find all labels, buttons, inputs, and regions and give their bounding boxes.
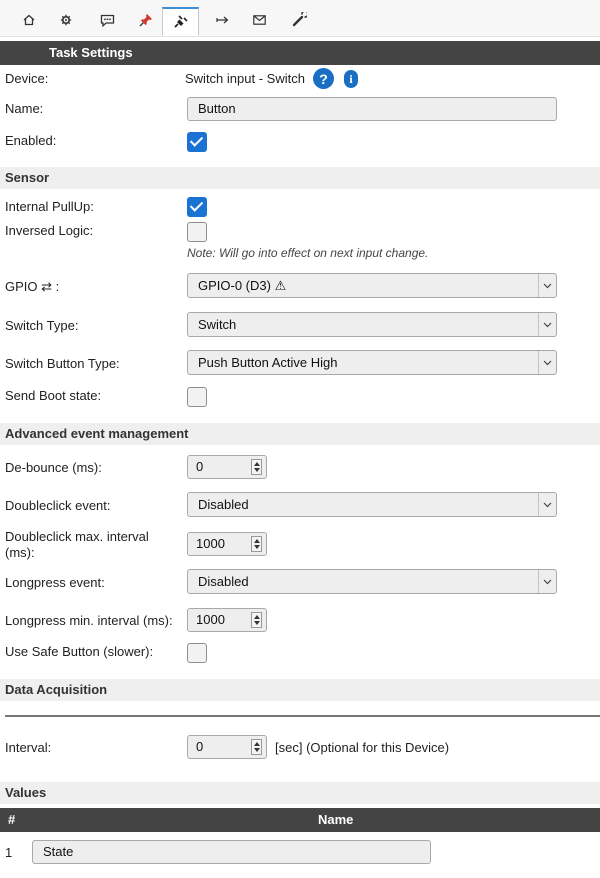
info-icon[interactable]: i — [344, 70, 358, 88]
doubleclick-interval-label-2: (ms): — [5, 545, 35, 560]
switch-button-type-label: Switch Button Type: — [5, 356, 120, 371]
advanced-section-header: Advanced event management — [0, 423, 600, 445]
plug-icon — [173, 15, 188, 28]
tab-tools[interactable] — [280, 4, 317, 36]
enabled-checkbox[interactable] — [187, 132, 207, 152]
doubleclick-event-label: Doubleclick event: — [5, 498, 111, 513]
data-acquisition-section-header: Data Acquisition — [0, 679, 600, 701]
tab-devices[interactable] — [162, 7, 199, 36]
longpress-interval-label: Longpress min. interval (ms): — [5, 613, 173, 628]
spin-buttons[interactable] — [251, 459, 262, 475]
enabled-label: Enabled: — [5, 133, 57, 148]
name-field[interactable]: Button — [187, 97, 557, 121]
help-icon[interactable]: ? — [313, 68, 334, 89]
debounce-label: De-bounce (ms): — [5, 460, 102, 475]
interval-label: Interval: — [5, 740, 52, 755]
longpress-event-select[interactable]: Disabled — [187, 569, 557, 594]
column-header-number: # — [8, 812, 16, 827]
safe-button-label: Use Safe Button (slower): — [5, 644, 154, 659]
spin-buttons[interactable] — [251, 612, 262, 628]
doubleclick-interval-label-1: Doubleclick max. interval — [5, 529, 149, 544]
row-number: 1 — [5, 845, 13, 860]
device-value: Switch input - Switch — [185, 71, 305, 86]
tab-controllers[interactable] — [89, 4, 126, 36]
values-table-header: # Name — [0, 808, 600, 832]
chevron-down-icon — [538, 313, 556, 336]
send-boot-state-checkbox[interactable] — [187, 387, 207, 407]
task-settings-title: Task Settings — [49, 45, 133, 60]
safe-button-checkbox[interactable] — [187, 643, 207, 663]
debounce-stepper[interactable]: 0 — [187, 455, 267, 479]
chevron-down-icon — [538, 493, 556, 516]
send-boot-state-label: Send Boot state: — [5, 388, 102, 403]
wrench-icon — [292, 12, 307, 27]
doubleclick-event-select[interactable]: Disabled — [187, 492, 557, 517]
switch-type-label: Switch Type: — [5, 318, 79, 333]
sensor-section-header: Sensor — [0, 167, 600, 189]
tab-hardware[interactable] — [127, 4, 164, 36]
gear-icon — [60, 14, 71, 26]
switch-type-select[interactable]: Switch — [187, 312, 557, 337]
value-name-field[interactable]: State — [32, 840, 431, 864]
chat-icon — [100, 14, 115, 27]
chevron-down-icon — [538, 570, 556, 593]
mail-icon — [253, 15, 266, 25]
inversed-logic-note: Note: Will go into effect on next input … — [187, 246, 429, 260]
task-settings-header: Task Settings — [0, 41, 600, 65]
tab-notifications[interactable] — [241, 4, 278, 36]
internal-pullup-label: Internal PullUp: — [5, 199, 94, 214]
longpress-event-label: Longpress event: — [5, 575, 105, 590]
spin-buttons[interactable] — [251, 739, 262, 755]
interval-stepper[interactable]: 0 — [187, 735, 267, 759]
inversed-logic-checkbox[interactable] — [187, 222, 207, 242]
chevron-down-icon — [538, 274, 556, 297]
arrow-icon — [215, 16, 228, 24]
switch-button-type-select[interactable]: Push Button Active High — [187, 350, 557, 375]
spin-buttons[interactable] — [251, 536, 262, 552]
inversed-logic-label: Inversed Logic: — [5, 223, 94, 238]
pin-icon — [139, 14, 152, 27]
divider — [5, 715, 600, 717]
name-label: Name: — [5, 101, 44, 116]
tab-rules[interactable] — [204, 4, 241, 36]
tab-main[interactable] — [10, 4, 47, 36]
home-icon — [23, 14, 34, 26]
tab-config[interactable] — [47, 4, 84, 36]
device-label: Device: — [5, 71, 49, 86]
column-header-name: Name — [318, 812, 354, 827]
doubleclick-interval-stepper[interactable]: 1000 — [187, 532, 267, 556]
interval-suffix: [sec] (Optional for this Device) — [275, 740, 450, 755]
gpio-select[interactable]: GPIO-0 (D3) ⚠ — [187, 273, 557, 298]
tab-bar — [0, 0, 600, 37]
chevron-down-icon — [538, 351, 556, 374]
gpio-label: GPIO ⇄ : — [5, 279, 60, 294]
values-section-header: Values — [0, 782, 600, 804]
longpress-interval-stepper[interactable]: 1000 — [187, 608, 267, 632]
internal-pullup-checkbox[interactable] — [187, 197, 207, 217]
